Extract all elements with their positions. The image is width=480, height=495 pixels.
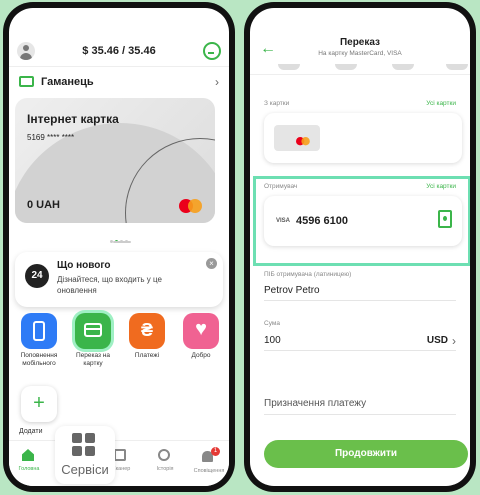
mastercard-icon	[179, 199, 203, 213]
visa-icon: VISA	[276, 218, 291, 224]
sheet-handle[interactable]	[113, 241, 131, 243]
amount-label: Сума	[264, 320, 280, 327]
card-amount: 0 UAH	[27, 199, 61, 211]
recipient-label: Отримувач	[264, 183, 298, 190]
mastercard-icon	[296, 137, 310, 146]
nav-label: Головна	[18, 466, 40, 472]
shortcut-label: Платежі	[134, 352, 160, 359]
name-field[interactable]: Petrov Petro	[264, 285, 320, 296]
continue-button[interactable]: Продовжити	[264, 440, 468, 468]
grid-icon	[72, 433, 96, 457]
wallet-row[interactable]: Гаманець ›	[9, 70, 229, 94]
recipient-card-input[interactable]: VISA 4596 6100	[264, 196, 462, 246]
clock-icon	[158, 449, 170, 461]
bottom-nav: Головна Сканер Історія 1 Сповіщення	[9, 440, 229, 486]
chevron-right-icon: ›	[452, 334, 456, 348]
nav-services[interactable]: Сервіси	[55, 426, 115, 484]
transfer-screen: ← Переказ На картку MasterCard, VISA З к…	[250, 8, 470, 486]
page-title: Переказ	[339, 37, 381, 48]
whats-new-card[interactable]: 24 Що нового Дізнайтеся, що входить у це…	[15, 252, 223, 307]
internet-card[interactable]: Інтернет картка 5169 **** **** 0 UAH	[15, 98, 215, 223]
add-label: Додати	[19, 428, 43, 435]
news-badge: 24	[25, 264, 49, 288]
nav-home[interactable]: Головна	[9, 449, 49, 472]
field-underline	[264, 414, 456, 415]
field-underline	[264, 300, 456, 301]
news-title: Що нового	[57, 260, 111, 271]
chat-icon[interactable]	[203, 42, 221, 60]
all-cards-link[interactable]: Усі картки	[426, 183, 456, 190]
divider	[9, 66, 229, 67]
shortcut-transfer[interactable]: Переказ на картку	[69, 313, 117, 368]
shortcut-label: Добро	[191, 352, 211, 359]
wallet-icon	[19, 76, 34, 87]
home-icon	[22, 449, 34, 461]
left-phone: $ 35.46 / 35.46 Гаманець › Інтернет карт…	[3, 2, 235, 492]
close-icon[interactable]: ×	[206, 258, 217, 269]
from-card-selector[interactable]	[264, 113, 462, 163]
shortcut-payments[interactable]: ₴ Платежі	[123, 313, 171, 360]
add-shortcut-button[interactable]: +	[21, 386, 57, 422]
top-bar: $ 35.46 / 35.46	[9, 38, 229, 64]
card-icon	[75, 313, 111, 349]
divider	[250, 74, 470, 75]
contacts-icon[interactable]	[438, 210, 452, 228]
shortcut-label: Переказ на картку	[75, 352, 111, 367]
all-cards-link[interactable]: Усі картки	[426, 100, 456, 107]
card-title: Інтернет картка	[27, 112, 119, 126]
shortcut-label: Поповнення мобільного	[20, 352, 58, 367]
shortcut-topup[interactable]: Поповнення мобільного	[15, 313, 63, 368]
right-phone: ← Переказ На картку MasterCard, VISA З к…	[244, 2, 476, 492]
carousel-dots	[9, 230, 229, 248]
nav-notifications[interactable]: 1 Сповіщення	[189, 447, 229, 474]
phone-icon	[21, 313, 57, 349]
field-underline	[264, 350, 456, 351]
nav-label: Історія	[156, 466, 174, 472]
nav-label: Сповіщення	[193, 468, 225, 474]
recipient-card-number: 4596 6100	[296, 215, 348, 227]
notification-badge: 1	[211, 447, 220, 456]
wallet-screen: $ 35.46 / 35.46 Гаманець › Інтернет карт…	[9, 8, 229, 486]
from-card-label: З картки	[264, 100, 290, 107]
hryvnia-icon: ₴	[129, 313, 165, 349]
news-text: Дізнайтеся, що входить у це оновлення	[57, 275, 162, 295]
wallet-label: Гаманець	[41, 76, 94, 88]
purpose-field[interactable]: Призначення платежу	[264, 398, 366, 409]
card-thumbnail	[274, 125, 320, 151]
scanner-icon	[114, 449, 126, 461]
chevron-right-icon: ›	[215, 75, 219, 89]
currency-selector[interactable]: USD	[427, 335, 448, 346]
shortcut-charity[interactable]: ♥ Добро	[177, 313, 225, 360]
scroll-edge	[250, 64, 470, 72]
nav-history[interactable]: Історія	[145, 449, 185, 472]
name-label: ПІБ отримувача (латиницею)	[264, 271, 352, 278]
page-subtitle: На картку MasterCard, VISA	[318, 50, 402, 57]
header: ← Переказ На картку MasterCard, VISA	[250, 34, 470, 64]
balance: $ 35.46 / 35.46	[82, 45, 156, 57]
card-number: 5169 **** ****	[27, 133, 75, 142]
services-label: Сервіси	[61, 462, 109, 477]
heart-icon: ♥	[183, 313, 219, 349]
amount-field[interactable]: 100	[264, 335, 281, 346]
